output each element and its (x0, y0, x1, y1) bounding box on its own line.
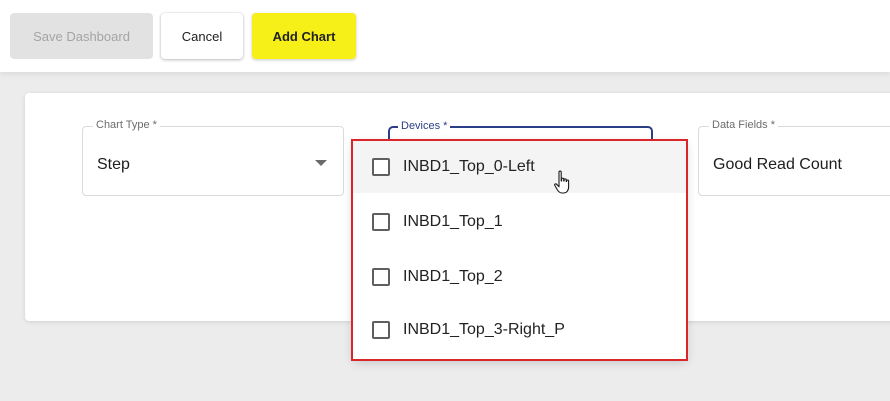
devices-dropdown-menu: INBD1_Top_0-Left INBD1_Top_1 INBD1_Top_2… (351, 139, 688, 361)
device-option-label: INBD1_Top_3-Right_P (403, 321, 565, 338)
data-fields-select[interactable]: Data Fields * Good Read Count (698, 119, 890, 196)
add-chart-button[interactable]: Add Chart (252, 13, 356, 59)
device-option-label: INBD1_Top_1 (403, 213, 503, 230)
devices-label: Devices * (398, 120, 451, 132)
device-option[interactable]: INBD1_Top_0-Left (353, 141, 686, 193)
device-option[interactable]: INBD1_Top_3-Right_P (353, 304, 686, 356)
checkbox-icon[interactable] (372, 158, 390, 176)
hand-pointer-icon (554, 170, 570, 194)
checkbox-icon[interactable] (372, 268, 390, 286)
dropdown-arrow-icon[interactable] (315, 160, 327, 166)
top-toolbar: Save Dashboard Cancel Add Chart (0, 0, 890, 72)
data-fields-label: Data Fields * (709, 119, 778, 131)
checkbox-icon[interactable] (372, 321, 390, 339)
save-dashboard-button[interactable]: Save Dashboard (10, 13, 153, 59)
cancel-button[interactable]: Cancel (161, 13, 243, 59)
device-option[interactable]: INBD1_Top_2 (353, 251, 686, 303)
device-option-label: INBD1_Top_2 (403, 268, 503, 285)
data-fields-value: Good Read Count (713, 156, 842, 173)
device-option-label: INBD1_Top_0-Left (403, 158, 535, 175)
checkbox-icon[interactable] (372, 213, 390, 231)
chart-type-select[interactable]: Chart Type * Step (82, 119, 344, 196)
chart-type-value: Step (97, 156, 130, 173)
device-option[interactable]: INBD1_Top_1 (353, 196, 686, 248)
chart-type-label: Chart Type * (93, 119, 160, 131)
